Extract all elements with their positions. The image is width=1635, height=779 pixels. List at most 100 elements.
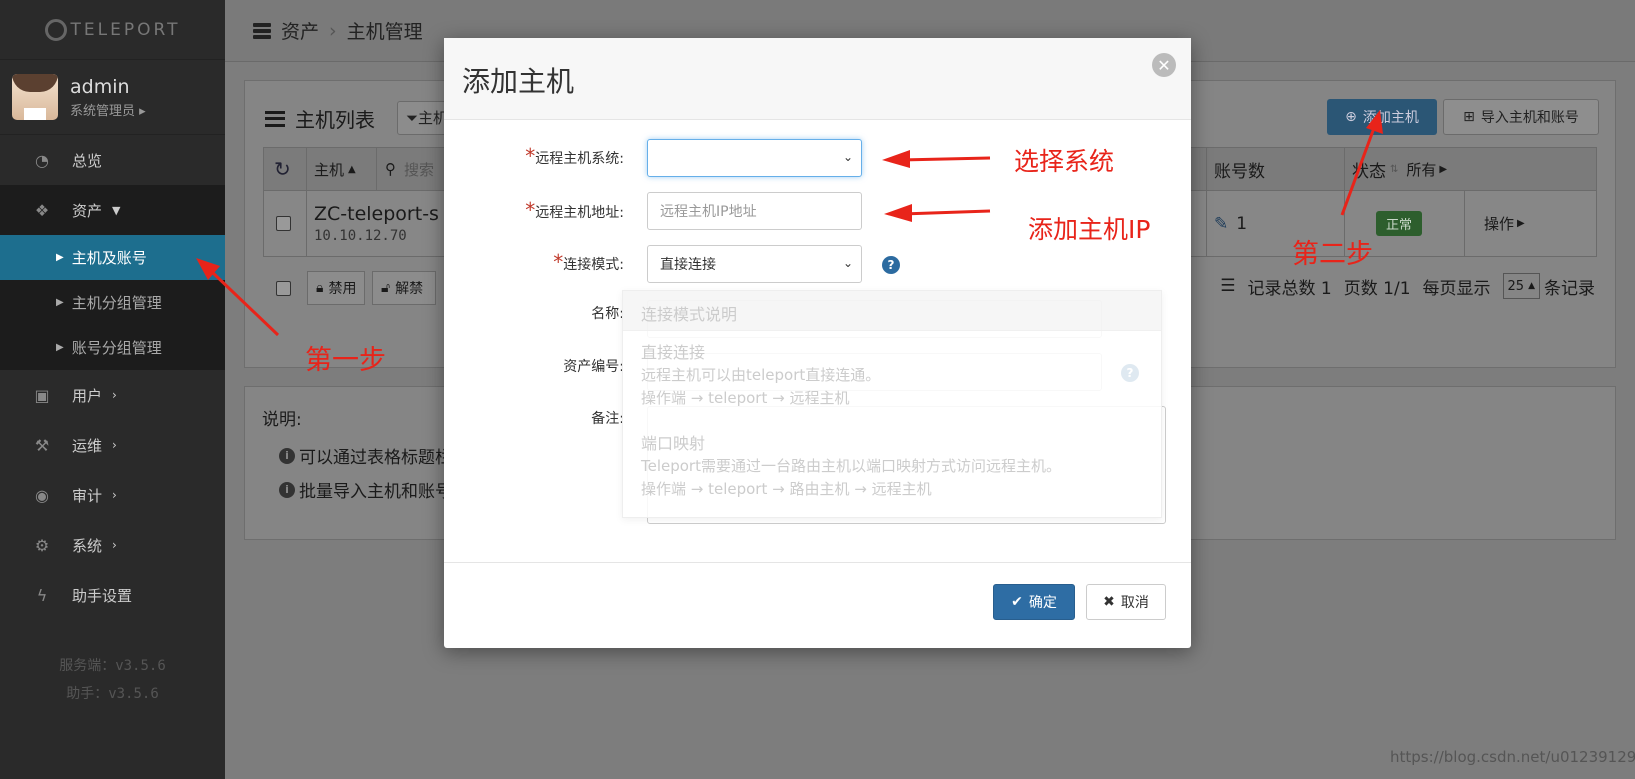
eye-icon: ◉: [35, 485, 49, 505]
unlock-icon: 🔓︎: [381, 280, 391, 296]
host-name[interactable]: ZC-teleport-s: [314, 203, 439, 225]
caret-right-icon: ▶: [56, 297, 64, 308]
tooltip-title: 连接模式说明: [623, 291, 1161, 331]
notes-title: 说明:: [262, 410, 302, 430]
address-label: *远程主机地址:: [525, 198, 624, 222]
os-select[interactable]: ⌄: [647, 139, 862, 177]
search-icon: ⚲: [385, 160, 396, 178]
modal-title: 添加主机: [462, 65, 575, 98]
status-filter[interactable]: 所有: [1406, 159, 1436, 180]
user-box[interactable]: admin 系统管理员 ▸: [0, 60, 225, 135]
required-icon: *: [525, 144, 536, 168]
required-icon: *: [553, 250, 564, 274]
modal-header: 添加主机 ✕: [444, 38, 1191, 120]
caret-right-icon: ▸: [139, 103, 146, 119]
edit-icon: ✎: [1214, 213, 1229, 234]
chevron-down-icon: ⌄: [842, 256, 853, 270]
dashboard-icon: ◔: [35, 150, 49, 170]
info-icon: i: [279, 481, 295, 498]
watermark: https://blog.csdn.net/u012391293: [1390, 748, 1635, 766]
status-cell: 正常: [1376, 191, 1423, 256]
check-icon: ✔: [1011, 594, 1023, 610]
host-search-input[interactable]: ⚲ 搜索: [376, 148, 436, 190]
close-icon: ✖: [1103, 594, 1115, 610]
annotation-select-os: 选择系统: [1014, 147, 1115, 176]
nav-assets[interactable]: ❖ 资产 ▼: [0, 185, 225, 235]
tooltip-port-flow: 操作端 → teleport → 路由主机 → 远程主机: [641, 480, 932, 498]
row-action-button[interactable]: 操作 ▶: [1484, 191, 1525, 256]
asset-no-label: 资产编号:: [563, 359, 624, 375]
total-records: 记录总数 1: [1247, 278, 1332, 299]
annotation-step2: 第二步: [1292, 239, 1373, 270]
name-label: 名称:: [591, 306, 624, 322]
page-count: 页数 1/1: [1343, 278, 1411, 299]
nav-sub-hosts[interactable]: ▶ 主机及账号: [0, 235, 225, 280]
nav-audit[interactable]: ◉ 审计 ›: [0, 470, 225, 520]
id-card-icon: ▣: [34, 385, 50, 405]
os-label: *远程主机系统:: [525, 144, 624, 168]
user-role[interactable]: 系统管理员 ▸: [70, 100, 146, 119]
nav-sub-host-groups[interactable]: ▶ 主机分组管理: [0, 280, 225, 325]
sort-up-icon: ▲: [348, 163, 356, 175]
plus-square-icon: ⊞: [1463, 109, 1475, 125]
close-icon[interactable]: ✕: [1152, 53, 1176, 77]
note-line: i 可以通过表格标题栏: [279, 443, 452, 468]
bolt-icon: ϟ: [36, 585, 48, 605]
host-ip: 10.10.12.70: [314, 228, 407, 244]
sort-icon: ⇅: [1390, 163, 1399, 175]
logo-mark-icon: [44, 18, 67, 41]
assistant-version: 助手：v3.5.6: [66, 686, 159, 702]
chevron-down-icon: ⌄: [842, 150, 853, 164]
row-checkbox[interactable]: [276, 191, 291, 256]
user-name: admin: [70, 75, 130, 98]
unlock-button[interactable]: 🔓︎ 解禁: [372, 271, 436, 305]
modal-footer: ✔ 确定 ✖ 取消: [444, 562, 1191, 648]
plus-circle-icon: ⊕: [1345, 109, 1357, 125]
column-status[interactable]: 状态 ⇅ 所有 ▶: [1352, 148, 1447, 190]
list-icon: ☰: [1220, 276, 1236, 296]
server-icon: [253, 22, 271, 39]
caret-right-icon: ▶: [56, 342, 64, 353]
nav-assistant[interactable]: ϟ 助手设置: [0, 570, 225, 620]
column-accounts[interactable]: 账号数: [1214, 148, 1265, 190]
pager: ☰ 记录总数 1 页数 1/1 每页显示 25 ▲ 条记录: [1220, 273, 1595, 299]
host-cell: ZC-teleport-s 10.10.12.70: [314, 191, 439, 256]
tooltip-direct-desc: 远程主机可以由teleport直接连通。: [641, 366, 881, 384]
server-version: 服务端：v3.5.6: [59, 658, 166, 674]
accounts-cell[interactable]: ✎ 1: [1214, 191, 1247, 256]
mode-tooltip: 连接模式说明 直接连接 远程主机可以由teleport直接连通。 操作端 → t…: [622, 290, 1162, 518]
mode-select[interactable]: 直接连接 ⌄: [647, 245, 862, 283]
import-button[interactable]: ⊞ 导入主机和账号: [1443, 99, 1599, 135]
per-page-select[interactable]: 25 ▲: [1502, 273, 1540, 299]
nav-overview[interactable]: ◔ 总览: [0, 135, 225, 185]
chevron-down-icon: ▼: [112, 203, 121, 217]
nav-sub-account-groups[interactable]: ▶ 账号分组管理: [0, 325, 225, 370]
lock-icon: 🔒︎: [316, 280, 324, 296]
note-line: i 批量导入主机和账号: [279, 477, 452, 502]
help-icon[interactable]: ?: [882, 256, 900, 274]
teleport-logo: TELEPORT: [0, 0, 225, 60]
gear-icon: ⚙: [34, 535, 50, 555]
add-host-button[interactable]: ⊕ 添加主机: [1327, 99, 1437, 135]
tooltip-port-title: 端口映射: [641, 434, 706, 453]
column-host[interactable]: 主机 ▲: [314, 148, 356, 190]
refresh-icon[interactable]: ↻: [274, 148, 291, 190]
select-all-checkbox[interactable]: [276, 271, 291, 305]
chevron-right-icon: ›: [112, 488, 117, 502]
nav-ops[interactable]: ⚒ 运维 ›: [0, 420, 225, 470]
tooltip-direct-flow: 操作端 → teleport → 远程主机: [641, 389, 850, 407]
breadcrumb-root[interactable]: 资产: [281, 17, 319, 44]
disable-button[interactable]: 🔒︎ 禁用: [307, 271, 366, 305]
breadcrumb-separator: ›: [329, 19, 337, 42]
nav-system[interactable]: ⚙ 系统 ›: [0, 520, 225, 570]
nav-users[interactable]: ▣ 用户 ›: [0, 370, 225, 420]
info-icon: i: [279, 447, 295, 464]
annotation-step1: 第一步: [305, 345, 386, 376]
cancel-button[interactable]: ✖ 取消: [1086, 584, 1166, 620]
status-badge: 正常: [1376, 211, 1423, 236]
confirm-button[interactable]: ✔ 确定: [993, 584, 1075, 620]
tooltip-direct-title: 直接连接: [641, 343, 706, 362]
avatar: [12, 74, 58, 120]
list-icon: [265, 110, 285, 127]
address-input[interactable]: 远程主机IP地址: [647, 192, 862, 230]
